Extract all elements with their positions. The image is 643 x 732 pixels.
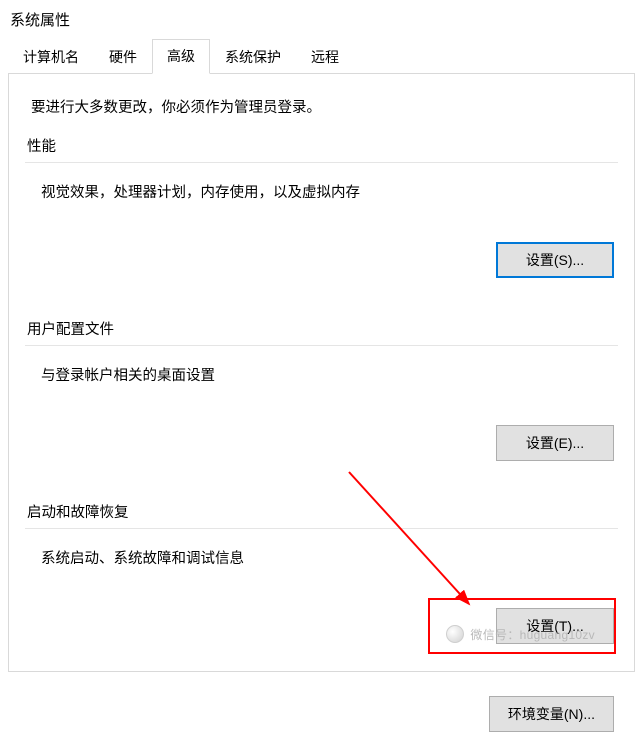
tabs-row: 计算机名 硬件 高级 系统保护 远程: [8, 42, 635, 74]
user-profiles-title: 用户配置文件: [25, 318, 618, 339]
window-title: 系统属性: [0, 0, 643, 36]
env-row: 环境变量(N)...: [9, 696, 614, 732]
performance-title: 性能: [25, 135, 618, 156]
watermark-text: 微信号：huguang10zv: [470, 626, 595, 643]
section-performance: 性能 视觉效果，处理器计划，内存使用，以及虚拟内存 设置(S)...: [25, 135, 618, 300]
user-profiles-desc: 与登录帐户相关的桌面设置: [25, 346, 618, 385]
startup-title: 启动和故障恢复: [25, 501, 618, 522]
tab-hardware[interactable]: 硬件: [94, 40, 152, 74]
tab-remote[interactable]: 远程: [296, 40, 354, 74]
wechat-icon: [446, 625, 464, 643]
tab-advanced[interactable]: 高级: [152, 39, 210, 74]
section-user-profiles: 用户配置文件 与登录帐户相关的桌面设置 设置(E)...: [25, 318, 618, 483]
performance-settings-button[interactable]: 设置(S)...: [496, 242, 614, 278]
performance-desc: 视觉效果，处理器计划，内存使用，以及虚拟内存: [25, 163, 618, 202]
intro-text: 要进行大多数更改，你必须作为管理员登录。: [9, 74, 634, 117]
startup-desc: 系统启动、系统故障和调试信息: [25, 529, 618, 568]
tab-computer-name[interactable]: 计算机名: [8, 40, 94, 74]
tab-system-protection[interactable]: 系统保护: [210, 40, 296, 74]
advanced-tab-panel: 要进行大多数更改，你必须作为管理员登录。 性能 视觉效果，处理器计划，内存使用，…: [8, 74, 635, 672]
watermark: 微信号：huguang10zv: [446, 625, 595, 643]
user-profiles-settings-button[interactable]: 设置(E)...: [496, 425, 614, 461]
environment-variables-button[interactable]: 环境变量(N)...: [489, 696, 614, 732]
